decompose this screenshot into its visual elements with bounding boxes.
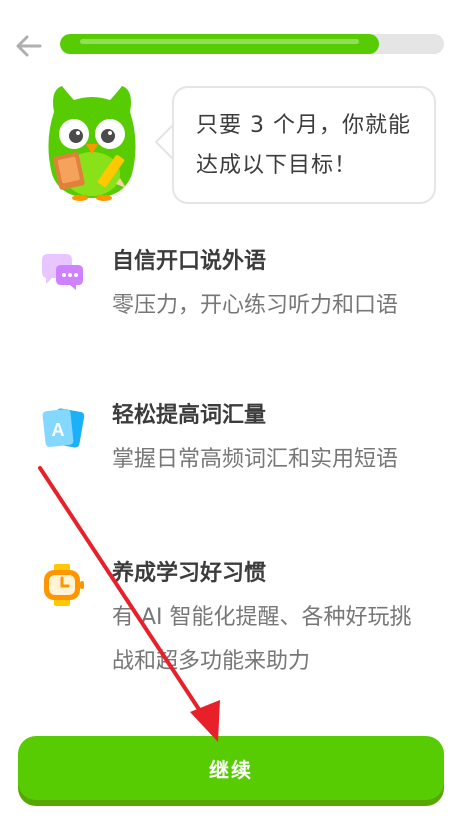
vocabulary-card-icon: A xyxy=(42,408,85,448)
duo-owl-mascot-icon xyxy=(48,86,136,201)
continue-button[interactable]: 继续 xyxy=(18,736,444,800)
progress-fill xyxy=(60,34,379,54)
feature-title: 自信开口说外语 xyxy=(112,249,267,274)
speech-bubble-text: 只要 3 个月，你就能达成以下目标！ xyxy=(196,113,411,178)
watch-icon xyxy=(44,564,84,606)
svg-text:A: A xyxy=(52,420,65,440)
progress-bar xyxy=(60,34,444,54)
chat-bubbles-icon xyxy=(42,254,83,290)
feature-title: 轻松提高词汇量 xyxy=(112,403,267,428)
feature-title: 养成学习好习惯 xyxy=(112,561,267,586)
progress-shine xyxy=(80,39,359,44)
feature-description: 掌握日常高频词汇和实用短语 xyxy=(112,447,399,472)
back-arrow-icon[interactable] xyxy=(12,30,44,62)
feature-description: 有 AI 智能化提醒、各种好玩挑战和超多功能来助力 xyxy=(112,605,412,674)
speech-bubble: 只要 3 个月，你就能达成以下目标！ xyxy=(172,86,436,204)
feature-description: 零压力，开心练习听力和口语 xyxy=(112,293,399,318)
